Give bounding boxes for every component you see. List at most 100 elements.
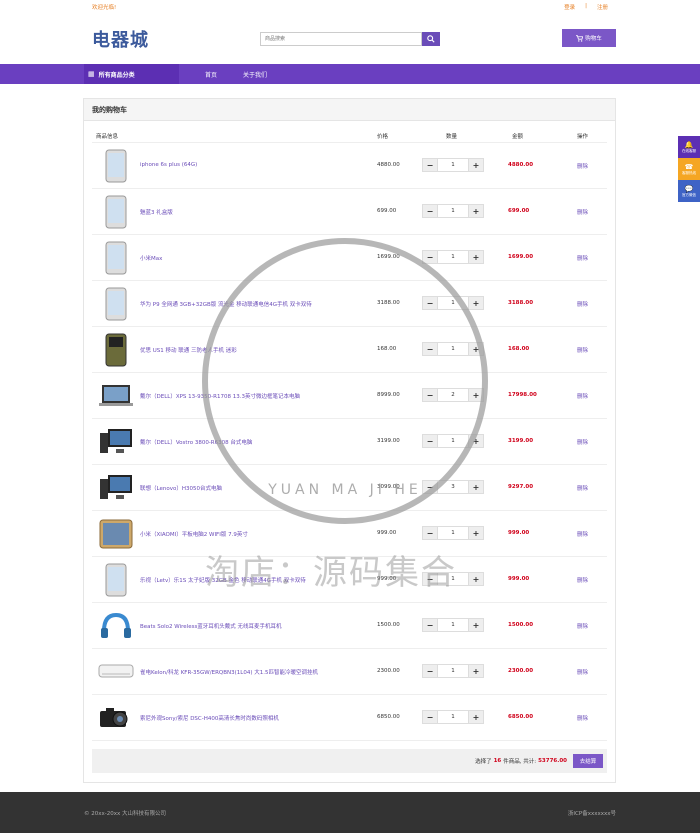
product-name[interactable]: 优思 US1 移动 联通 三防老人手机 迷彩: [140, 346, 237, 354]
decrease-button[interactable]: −: [422, 664, 438, 678]
product-name[interactable]: 华为 P9 全网通 3GB+32GB版 流光金 移动联通电信4G手机 双卡双待: [140, 300, 312, 308]
decrease-button[interactable]: −: [422, 618, 438, 632]
quantity-input[interactable]: 1: [438, 342, 468, 356]
quantity-input[interactable]: 1: [438, 664, 468, 678]
product-price: 6850.00: [377, 714, 400, 720]
air-conditioner-icon[interactable]: [98, 654, 134, 690]
quantity-input[interactable]: 1: [438, 204, 468, 218]
delete-link[interactable]: 删除: [577, 254, 588, 262]
quantity-input[interactable]: 2: [438, 388, 468, 402]
decrease-button[interactable]: −: [422, 204, 438, 218]
register-link[interactable]: 注册: [597, 3, 608, 11]
checkout-button[interactable]: 去结算: [573, 754, 603, 768]
quantity-input[interactable]: 3: [438, 480, 468, 494]
delete-link[interactable]: 删除: [577, 530, 588, 538]
quantity-input[interactable]: 1: [438, 710, 468, 724]
side-wechat[interactable]: 💬 官方微信: [678, 180, 700, 202]
product-name[interactable]: iphone 6s plus (64G): [140, 162, 197, 168]
desktop-icon[interactable]: [98, 470, 134, 506]
quantity-input[interactable]: 1: [438, 434, 468, 448]
phone-icon[interactable]: [98, 148, 134, 184]
increase-button[interactable]: +: [468, 204, 484, 218]
quantity-input[interactable]: 1: [438, 296, 468, 310]
decrease-button[interactable]: −: [422, 388, 438, 402]
headphones-icon[interactable]: [98, 608, 134, 644]
product-price: 999.00: [377, 530, 397, 536]
side-service[interactable]: 🔔 在线客服: [678, 136, 700, 158]
phone-icon[interactable]: [98, 240, 134, 276]
cart-button[interactable]: 购物车: [562, 29, 616, 47]
quantity-input[interactable]: 1: [438, 526, 468, 540]
search-input[interactable]: [260, 32, 422, 46]
product-price: 1500.00: [377, 622, 400, 628]
desktop-icon[interactable]: [98, 424, 134, 460]
product-name[interactable]: 雀电Kelon/科龙 KFR-35GW/ERQBN3(1L04) 大1.5匹智能…: [140, 668, 318, 676]
delete-link[interactable]: 删除: [577, 300, 588, 308]
delete-link[interactable]: 删除: [577, 576, 588, 584]
side-hotline[interactable]: ☎ 客服热线: [678, 158, 700, 180]
decrease-button[interactable]: −: [422, 710, 438, 724]
delete-link[interactable]: 删除: [577, 346, 588, 354]
increase-button[interactable]: +: [468, 434, 484, 448]
quantity-input[interactable]: 1: [438, 618, 468, 632]
increase-button[interactable]: +: [468, 710, 484, 724]
decrease-button[interactable]: −: [422, 526, 438, 540]
delete-link[interactable]: 删除: [577, 484, 588, 492]
quantity-stepper: − 1 +: [422, 526, 484, 540]
laptop-icon[interactable]: [98, 378, 134, 414]
delete-link[interactable]: 删除: [577, 438, 588, 446]
cart-icon: [576, 34, 584, 42]
quantity-input[interactable]: 1: [438, 158, 468, 172]
product-name[interactable]: 小米（XIAOMI）平板电脑2 WIFI版 7.9英寸: [140, 530, 248, 538]
phone-icon[interactable]: [98, 194, 134, 230]
delete-link[interactable]: 删除: [577, 392, 588, 400]
product-name[interactable]: 联想（Lenovo）H3050台式电脑: [140, 484, 222, 492]
tablet-icon[interactable]: [98, 516, 134, 552]
decrease-button[interactable]: −: [422, 250, 438, 264]
decrease-button[interactable]: −: [422, 158, 438, 172]
product-name[interactable]: 索尼外观Sony/索尼 DSC-H400高清长焦时尚数码照相机: [140, 714, 279, 722]
increase-button[interactable]: +: [468, 388, 484, 402]
cart-panel: 我的购物车 商品信息 价格 数量 金额 操作 iphone 6s plus (6…: [83, 98, 616, 783]
product-name[interactable]: 小米Max: [140, 254, 162, 262]
rugged-phone-icon[interactable]: [98, 332, 134, 368]
login-link[interactable]: 登录: [564, 3, 575, 11]
increase-button[interactable]: +: [468, 342, 484, 356]
cart-rows: iphone 6s plus (64G) 4880.00 − 1 + 4880.…: [92, 143, 607, 741]
decrease-button[interactable]: −: [422, 296, 438, 310]
increase-button[interactable]: +: [468, 296, 484, 310]
increase-button[interactable]: +: [468, 480, 484, 494]
quantity-input[interactable]: 1: [438, 250, 468, 264]
increase-button[interactable]: +: [468, 526, 484, 540]
table-row: iphone 6s plus (64G) 4880.00 − 1 + 4880.…: [92, 143, 607, 189]
decrease-button[interactable]: −: [422, 342, 438, 356]
search-button[interactable]: [422, 32, 440, 46]
phone-icon[interactable]: [98, 286, 134, 322]
table-row: 戴尔（DELL）XPS 13-9350-R1708 13.3英寸微边框笔记本电脑…: [92, 373, 607, 419]
delete-link[interactable]: 删除: [577, 668, 588, 676]
row-subtotal: 168.00: [508, 346, 530, 352]
increase-button[interactable]: +: [468, 250, 484, 264]
product-name[interactable]: Beats Solo2 Wireless蓝牙耳机头戴式 无线耳麦手机耳机: [140, 622, 282, 630]
bell-icon: 🔔: [684, 140, 694, 149]
category-menu[interactable]: ▦ 所有商品分类: [84, 64, 179, 84]
increase-button[interactable]: +: [468, 572, 484, 586]
site-logo[interactable]: 电器城: [92, 26, 149, 52]
delete-link[interactable]: 删除: [577, 622, 588, 630]
delete-link[interactable]: 删除: [577, 162, 588, 170]
camera-icon[interactable]: [98, 700, 134, 736]
decrease-button[interactable]: −: [422, 480, 438, 494]
product-name[interactable]: 戴尔（DELL）Vostro 3800-R6308 台式电脑: [140, 438, 252, 446]
row-subtotal: 17998.00: [508, 392, 537, 398]
increase-button[interactable]: +: [468, 618, 484, 632]
increase-button[interactable]: +: [468, 664, 484, 678]
delete-link[interactable]: 删除: [577, 208, 588, 216]
nav-home[interactable]: 首页: [205, 70, 217, 79]
nav-about[interactable]: 关于我们: [243, 70, 267, 79]
increase-button[interactable]: +: [468, 158, 484, 172]
delete-link[interactable]: 删除: [577, 714, 588, 722]
product-name[interactable]: 魅蓝3 礼盒版: [140, 208, 173, 216]
product-name[interactable]: 戴尔（DELL）XPS 13-9350-R1708 13.3英寸微边框笔记本电脑: [140, 392, 300, 400]
decrease-button[interactable]: −: [422, 434, 438, 448]
phone-icon[interactable]: [98, 562, 134, 598]
